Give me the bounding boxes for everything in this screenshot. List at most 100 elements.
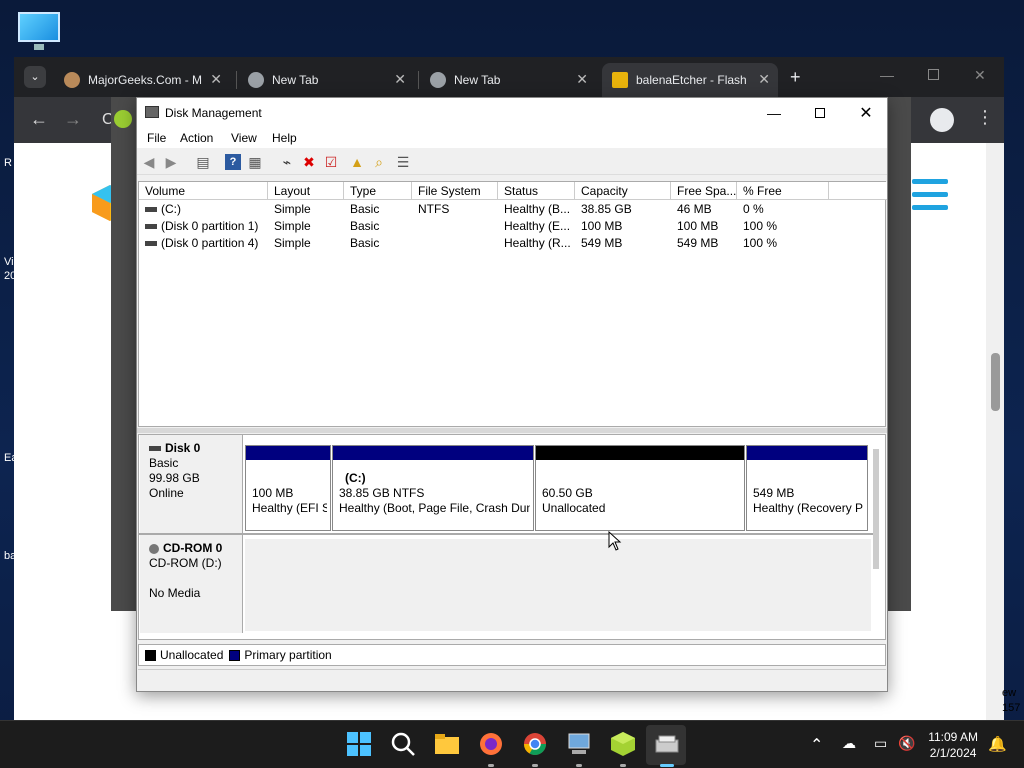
table-row[interactable]: (Disk 0 partition 1) Simple Basic Health… [139, 218, 887, 235]
desktop-label-fragment: ba [4, 550, 17, 562]
balenaetcher-favicon-icon [612, 72, 628, 88]
col-percent-free[interactable]: % Free [737, 182, 829, 200]
forward-icon[interactable]: ▶ [163, 154, 179, 170]
hamburger-menu-icon[interactable] [912, 179, 948, 218]
disk-management-taskbar-icon[interactable] [654, 731, 680, 757]
tab-new-tab-2[interactable]: New Tab ✕ [420, 63, 596, 97]
new-tab-button[interactable]: + [790, 67, 801, 88]
tab-close-icon[interactable]: ✕ [210, 71, 222, 88]
chevron-up-icon[interactable]: ⌃ [810, 735, 823, 755]
drive-icon [145, 224, 157, 230]
col-free-space[interactable]: Free Spa... [671, 182, 737, 200]
table-row[interactable]: (C:) Simple Basic NTFS Healthy (B... 38.… [139, 201, 887, 218]
search-icon[interactable] [390, 731, 416, 757]
disk-management-icon [145, 106, 159, 118]
file-explorer-icon[interactable] [434, 731, 460, 757]
pane-splitter[interactable] [137, 428, 887, 433]
menu-view[interactable]: View [231, 131, 257, 145]
cdrom-empty-area[interactable] [245, 539, 871, 631]
tab-close-icon[interactable]: ✕ [576, 71, 588, 88]
tab-close-icon[interactable]: ✕ [758, 71, 770, 88]
properties-icon[interactable]: ▦ [247, 154, 263, 170]
page-text-fragment: ew [1002, 687, 1017, 699]
notification-bell-icon[interactable]: 🔔 [988, 735, 1007, 753]
maximize-icon[interactable] [928, 69, 939, 80]
extension-icon [114, 110, 132, 128]
col-file-system[interactable]: File System [412, 182, 498, 200]
profile-avatar[interactable] [930, 108, 954, 132]
import-icon[interactable]: ▲ [349, 154, 365, 170]
table-row[interactable]: (Disk 0 partition 4) Simple Basic Health… [139, 235, 887, 252]
disk-management-window: Disk Management — ✕ File Action View Hel… [136, 97, 888, 692]
start-windows-icon[interactable] [346, 731, 372, 757]
volume-list: Volume Layout Type File System Status Ca… [138, 181, 887, 427]
close-button[interactable]: ✕ [843, 98, 889, 128]
minimize-button[interactable]: — [751, 98, 797, 128]
monitor-icon [18, 12, 60, 42]
graphical-scrollbar[interactable] [873, 449, 879, 569]
menu-help[interactable]: Help [272, 131, 297, 145]
firefox-icon[interactable] [478, 731, 504, 757]
disk-icon [149, 446, 161, 452]
desktop-label-fragment: Vi [4, 256, 14, 268]
tab-new-tab-1[interactable]: New Tab ✕ [238, 63, 414, 97]
disk-graphical-view: Disk 0 Basic 99.98 GB Online 100 MB Heal… [138, 434, 886, 640]
majorgeeks-favicon-icon [64, 72, 80, 88]
connect-icon[interactable]: ⌁ [279, 154, 295, 170]
partition-c[interactable]: (C:) 38.85 GB NTFS Healthy (Boot, Page F… [332, 445, 534, 531]
partition-efi[interactable]: 100 MB Healthy (EFI S [245, 445, 331, 531]
col-volume[interactable]: Volume [139, 182, 268, 200]
page-text-fragment: 157 [1002, 702, 1021, 714]
check-icon[interactable]: ☑ [323, 154, 339, 170]
window-title: Disk Management [165, 106, 262, 120]
list-view-icon[interactable]: ▤ [195, 154, 211, 170]
tab-bar: ⌄ MajorGeeks.Com - M ✕ New Tab ✕ New Tab… [14, 57, 1004, 97]
taskbar: ⌃ ☁ ▭ 🔇 11:09 AM 2/1/2024 🔔 [0, 720, 1024, 768]
col-type[interactable]: Type [344, 182, 412, 200]
network-icon[interactable]: ▭ [874, 735, 887, 752]
clock[interactable]: 11:09 AM 2/1/2024 [928, 729, 978, 761]
tab-majorgeeks[interactable]: MajorGeeks.Com - M ✕ [54, 63, 230, 97]
primary-partition-bar [246, 446, 330, 460]
unallocated-swatch [145, 649, 156, 661]
close-icon[interactable]: ✕ [974, 67, 986, 84]
col-status[interactable]: Status [498, 182, 575, 200]
cloud-offline-icon[interactable]: ☁ [842, 735, 856, 752]
partition-recovery[interactable]: 549 MB Healthy (Recovery P [746, 445, 868, 531]
chrome-favicon-icon [248, 72, 264, 88]
unallocated-bar [536, 446, 744, 460]
desktop-label-fragment: 20 [4, 270, 17, 282]
drive-icon [145, 241, 157, 247]
menu-bar: File Action View Help [137, 128, 887, 148]
back-icon[interactable]: ← [30, 109, 48, 130]
this-pc-desktop-icon[interactable] [16, 10, 62, 50]
tab-search-button[interactable]: ⌄ [24, 66, 46, 88]
volume-muted-icon[interactable]: 🔇 [898, 735, 915, 752]
status-bar [138, 669, 886, 691]
menu-action[interactable]: Action [180, 131, 213, 145]
tab-balenaetcher[interactable]: balenaEtcher - Flash ✕ [602, 63, 778, 97]
page-scrollbar[interactable] [986, 143, 1004, 720]
primary-partition-bar [747, 446, 867, 460]
minimize-icon[interactable]: — [880, 67, 894, 83]
chrome-favicon-icon [430, 72, 446, 88]
chrome-icon[interactable] [522, 731, 548, 757]
maximize-button[interactable] [797, 98, 843, 128]
menu-icon[interactable]: ⋮ [976, 107, 994, 128]
col-layout[interactable]: Layout [268, 182, 344, 200]
partition-unallocated[interactable]: 60.50 GB Unallocated [535, 445, 745, 531]
back-icon[interactable]: ◀ [141, 154, 157, 170]
balenaetcher-icon[interactable] [610, 731, 636, 757]
menu-file[interactable]: File [147, 131, 166, 145]
disk0-label[interactable]: Disk 0 Basic 99.98 GB Online [140, 435, 243, 533]
computer-management-icon[interactable] [566, 731, 592, 757]
search-icon[interactable]: ⌕ [371, 154, 387, 170]
tab-close-icon[interactable]: ✕ [394, 71, 406, 88]
desktop-label-fragment: R [4, 157, 12, 169]
delete-icon[interactable]: ✖ [301, 154, 317, 170]
cdrom0-label[interactable]: CD-ROM 0 CD-ROM (D:) No Media [140, 535, 243, 633]
col-capacity[interactable]: Capacity [575, 182, 671, 200]
forward-icon[interactable]: → [64, 109, 82, 130]
settings-icon[interactable]: ☰ [395, 154, 411, 170]
help-icon[interactable]: ? [225, 154, 241, 170]
